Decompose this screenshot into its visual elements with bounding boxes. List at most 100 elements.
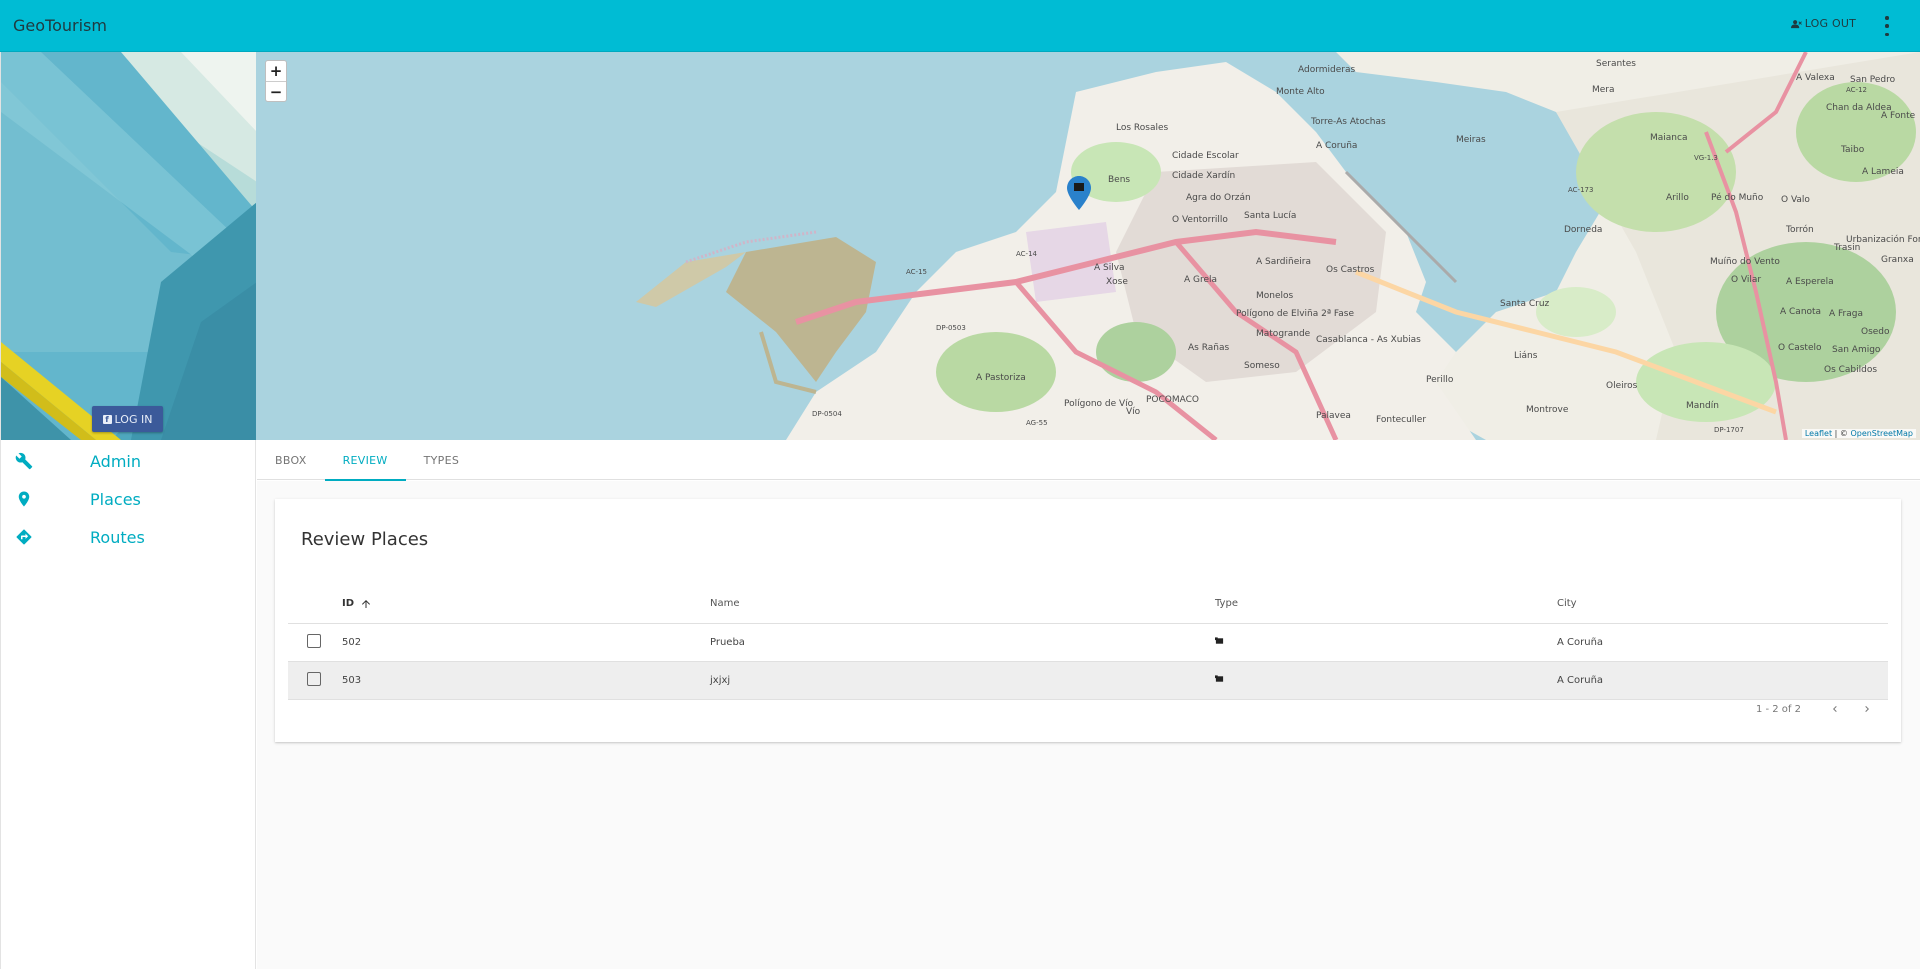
cell-city: A Coruña (1557, 661, 1888, 700)
map-place-label: A Fonte (1881, 111, 1916, 121)
column-header-type[interactable]: Type (1215, 585, 1557, 624)
table-row[interactable]: 502 Prueba A Coruña (288, 623, 1888, 662)
map-place-label: Monelos (1256, 291, 1294, 301)
map-place-label: A Silva (1094, 263, 1125, 273)
cell-id: 503 (342, 661, 710, 700)
map-place-label: A Sardiñeira (1256, 257, 1311, 267)
sort-id-header[interactable]: ID (342, 598, 372, 610)
map-place-label: DP-0503 (936, 324, 966, 332)
map-place-label: Torrón (1785, 224, 1814, 235)
pagination-info: 1 - 2 of 2 (1755, 704, 1801, 715)
map-place-label: A Lameia (1862, 167, 1904, 177)
map-place-label: As Rañas (1188, 343, 1229, 353)
map-place-label: AC-12 (1846, 86, 1867, 94)
row-checkbox[interactable] (307, 633, 321, 648)
column-header-city[interactable]: City (1557, 585, 1888, 624)
museum-icon (1215, 636, 1224, 644)
sidebar-item-label: Admin (90, 451, 141, 471)
map-place-label: O Castelo (1778, 343, 1822, 353)
place-pin-icon (18, 491, 30, 507)
map-place-label: Cidade Xardín (1172, 171, 1235, 181)
facebook-icon: f (102, 414, 112, 424)
more-vert-icon[interactable] (1884, 16, 1890, 36)
map-place-label: Someso (1244, 361, 1280, 371)
map-place-label: Adormideras (1298, 65, 1355, 75)
osm-link[interactable]: OpenStreetMap (1850, 429, 1913, 438)
map-marker-icon[interactable] (1067, 176, 1091, 210)
map-view[interactable]: Serantes Mera Adormideras Monte Alto Torre-A… (256, 52, 1920, 440)
column-header-id: ID (342, 598, 355, 610)
map-place-label: A Coruña (1316, 141, 1357, 151)
map-place-label: Liáns (1514, 351, 1538, 361)
map-attribution: Leaflet | © OpenStreetMap (1801, 429, 1916, 438)
cell-name: jxjxj (710, 661, 1215, 700)
cell-id: 502 (342, 623, 710, 662)
map-tiles: Serantes Mera Adormideras Monte Alto Torre-A… (256, 52, 1920, 440)
map-place-label: A Grela (1184, 275, 1217, 285)
map-place-label: Santa Cruz (1500, 299, 1550, 309)
map-place-label: AC-14 (1016, 250, 1038, 258)
map-place-label: Urbanización Fortiñón (1846, 234, 1920, 245)
sidebar-item-admin[interactable]: Admin (1, 442, 255, 480)
zoom-control: + − (265, 60, 287, 102)
sidebar-header-image: f LOG IN (1, 52, 257, 440)
map-place-label: Pé do Muño (1711, 192, 1764, 203)
map-place-label: Arillo (1666, 193, 1689, 203)
table-row[interactable]: 503 jxjxj A Coruña (288, 661, 1888, 700)
sidebar-item-label: Places (90, 489, 141, 509)
sidebar-nav: Admin Places Routes (1, 442, 255, 556)
table-header-row: ID Name Type City (288, 585, 1888, 624)
map-place-label: Mandín (1686, 401, 1719, 411)
sidebar-item-routes[interactable]: Routes (1, 518, 255, 556)
map-place-label: Os Cabildos (1824, 365, 1877, 375)
map-place-label: A Fraga (1829, 309, 1863, 319)
logout-label: LOG OUT (1804, 17, 1856, 30)
map-place-label: A Valexa (1796, 73, 1835, 83)
tab-review[interactable]: REVIEW (324, 440, 406, 481)
map-place-label: Meiras (1456, 135, 1486, 145)
review-table: ID Name Type City 502 Prueba A Coruña 50… (288, 585, 1888, 700)
map-place-label: Muíño do Vento (1710, 257, 1780, 267)
map-place-label: Torre-As Atochas (1310, 117, 1386, 127)
map-place-label: DP-1707 (1714, 426, 1744, 434)
map-place-label: Santa Lucía (1244, 211, 1296, 221)
material-background (1, 52, 257, 440)
login-label: LOG IN (114, 412, 153, 426)
map-place-label: POCOMACO (1146, 395, 1199, 405)
map-place-label: Agra do Orzán (1186, 193, 1251, 203)
row-checkbox[interactable] (307, 671, 321, 686)
cell-name: Prueba (710, 623, 1215, 662)
map-place-label: Xose (1106, 277, 1128, 287)
sidebar-item-places[interactable]: Places (1, 480, 255, 518)
map-place-label: O Vilar (1731, 275, 1761, 285)
arrow-up-icon (362, 599, 371, 608)
map-place-label: Los Rosales (1116, 123, 1169, 133)
prev-page-button[interactable] (1825, 699, 1845, 719)
map-place-label: Casablanca - As Xubias (1316, 335, 1421, 345)
zoom-in-button[interactable]: + (266, 61, 286, 81)
map-place-label: Dorneda (1564, 225, 1602, 235)
map-place-label: VG-1.3 (1694, 154, 1718, 162)
map-place-label: Oleiros (1606, 381, 1638, 391)
tab-bbox[interactable]: BBOX (257, 440, 325, 480)
map-place-label: AG-55 (1026, 419, 1048, 427)
sidebar-item-label: Routes (90, 527, 145, 547)
map-place-label: Bens (1108, 175, 1130, 185)
logout-button[interactable]: LOG OUT (1790, 17, 1856, 30)
app-bar: GeoTourism LOG OUT (0, 0, 1920, 52)
zoom-out-button[interactable]: − (266, 81, 286, 101)
person-remove-icon (1790, 19, 1802, 28)
museum-icon (1215, 674, 1224, 682)
map-place-label: AC-15 (906, 268, 927, 276)
map-place-label: Granxa (1881, 255, 1914, 265)
facebook-login-button[interactable]: f LOG IN (92, 406, 163, 432)
map-place-label: Os Castros (1326, 265, 1375, 275)
column-header-name[interactable]: Name (710, 585, 1215, 624)
leaflet-link[interactable]: Leaflet (1805, 429, 1832, 438)
map-place-label: San Amigo (1832, 345, 1881, 355)
map-place-label: Mera (1592, 85, 1615, 95)
tab-bar: BBOX REVIEW TYPES (257, 440, 1920, 481)
tab-types[interactable]: TYPES (406, 440, 478, 480)
next-page-button[interactable] (1857, 699, 1877, 719)
map-place-label: Serantes (1596, 59, 1636, 69)
